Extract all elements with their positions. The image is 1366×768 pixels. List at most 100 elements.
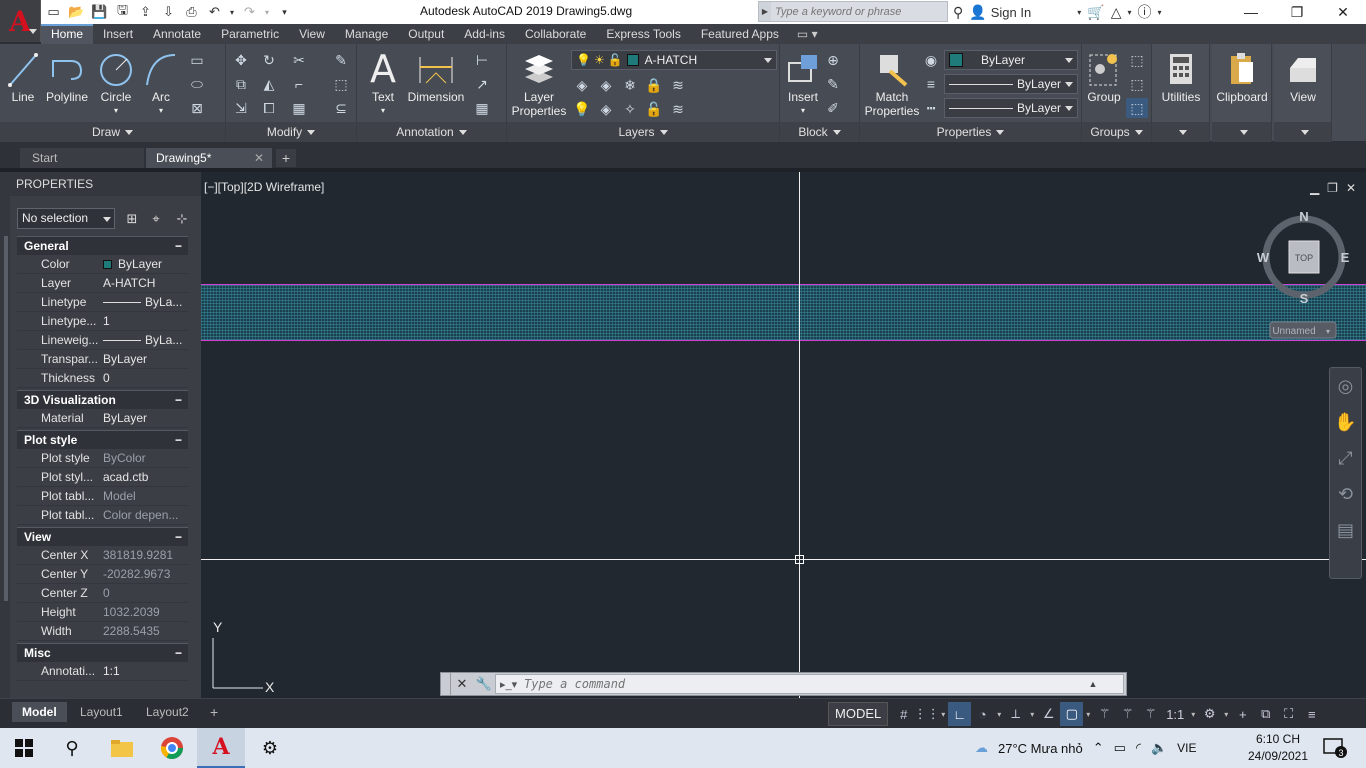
chevron-down-icon[interactable]: ▾ [1221, 710, 1231, 719]
snap-icon[interactable]: ⋮⋮ [914, 702, 940, 726]
customization-menu-icon[interactable]: ≡ [1300, 702, 1323, 726]
chevron-down-icon[interactable]: ▾ [1158, 8, 1162, 17]
array-icon[interactable]: ▦ [288, 98, 310, 118]
web-save-icon[interactable]: ⇪ [136, 3, 155, 21]
selection-dropdown[interactable]: No selection [17, 208, 115, 229]
clipboard-tool[interactable]: Clipboard [1214, 48, 1270, 104]
collapse-icon[interactable]: − [175, 391, 182, 410]
add-layout-icon[interactable]: + [200, 702, 228, 722]
compass-south[interactable]: S [1300, 291, 1309, 306]
group-selection-icon[interactable]: ⬚ [1126, 98, 1148, 118]
cart-icon[interactable]: 🛒 [1087, 4, 1104, 21]
weather-icon[interactable]: ☁ [975, 740, 988, 756]
create-block-icon[interactable]: ⊕ [822, 50, 844, 70]
weather-text[interactable]: 27°C Mưa nhỏ [998, 741, 1083, 756]
drawing-canvas[interactable]: [−][Top][2D Wireframe] ▁ ❐ ✕ TOP N S E W… [201, 172, 1366, 698]
view-expand[interactable] [1274, 122, 1331, 142]
annotation-monitor-icon[interactable]: + [1231, 702, 1254, 726]
autocad-taskbar-icon[interactable]: A [197, 728, 245, 768]
layer-merge-icon[interactable]: ≋ [667, 99, 689, 119]
viewport-close-icon[interactable]: ✕ [1346, 181, 1356, 195]
chevron-down-icon[interactable]: ▾ [994, 710, 1004, 719]
erase-icon[interactable]: ✎ [330, 50, 352, 70]
property-value[interactable]: Color depen... [103, 506, 188, 524]
layer-lock-icon[interactable]: 🔒 [643, 75, 665, 95]
rectangle-icon[interactable]: ▭ [186, 50, 208, 70]
rotate-icon[interactable]: ↻ [258, 50, 280, 70]
property-row[interactable]: Color ByLayer [17, 255, 188, 274]
compass-east[interactable]: E [1341, 250, 1350, 265]
property-value[interactable]: A-HATCH [103, 274, 188, 292]
chrome-icon[interactable] [148, 728, 196, 768]
property-row[interactable]: Annotati... 1:1 [17, 662, 188, 681]
property-value[interactable]: 381819.9281 [103, 546, 188, 564]
linetype-icon[interactable]: ┅ [920, 98, 942, 118]
toggle-pickadd-icon[interactable]: ⊞ [122, 209, 142, 229]
object-snap-tracking-icon[interactable]: ∠ [1037, 702, 1060, 726]
clean-screen-icon[interactable]: ⛶ [1277, 702, 1300, 726]
layout-tab-model[interactable]: Model [12, 702, 67, 722]
circle-tool[interactable]: Circle ▾ [96, 48, 136, 118]
group-edit-icon[interactable]: ⬚ [1126, 74, 1148, 94]
property-value[interactable]: Model [103, 487, 188, 505]
property-value[interactable]: ByLayer [103, 350, 188, 368]
mirror-icon[interactable]: ◭ [258, 74, 280, 94]
collapse-icon[interactable]: − [175, 431, 182, 450]
line-tool[interactable]: Line [6, 48, 40, 104]
property-section-header[interactable]: Plot style − [17, 430, 188, 449]
property-row[interactable]: Thickness 0 [17, 369, 188, 388]
insert-block-tool[interactable]: Insert ▾ [782, 48, 824, 118]
property-value[interactable]: ByLa... [103, 293, 188, 311]
binoculars-icon[interactable]: ⚲ [953, 4, 963, 21]
collapse-icon[interactable]: − [175, 237, 182, 256]
linetype-dropdown[interactable]: ByLayer [944, 98, 1078, 118]
tab-drawing5[interactable]: Drawing5* ✕ [146, 148, 272, 168]
tab-view[interactable]: View [289, 24, 335, 44]
property-row[interactable]: Plot tabl... Color depen... [17, 506, 188, 525]
arc-tool[interactable]: Arc ▾ [142, 48, 180, 118]
property-value[interactable]: 1:1 [103, 662, 188, 680]
dimension-tool[interactable]: Dimension [405, 48, 467, 104]
restore-icon[interactable]: ❐ [1274, 0, 1320, 24]
steering-wheel-icon[interactable]: ◎ [1330, 368, 1361, 404]
windows-start-icon[interactable] [0, 728, 48, 768]
annotation-scale-value[interactable]: 1:1 [1162, 702, 1188, 726]
command-prompt-icon[interactable]: ▸_▾ [496, 678, 524, 691]
redo-icon[interactable]: ↷ [240, 3, 259, 21]
tab-express-tools[interactable]: Express Tools [596, 24, 690, 44]
annotation-scale-icon[interactable]: ⚚ [1139, 702, 1162, 726]
new-file-icon[interactable]: ▭ [44, 3, 63, 21]
units-icon[interactable]: ⧉ [1254, 702, 1277, 726]
chevron-down-icon[interactable]: ▾ [1083, 710, 1093, 719]
make-current-icon[interactable]: 💡 [571, 99, 593, 119]
utilities-tool[interactable]: Utilities [1154, 48, 1208, 104]
property-section-header[interactable]: View − [17, 527, 188, 546]
block-panel-title[interactable]: Block [780, 122, 859, 142]
search-expand-icon[interactable]: ▶ [759, 2, 771, 21]
property-section-header[interactable]: Misc − [17, 643, 188, 662]
customize-wrench-icon[interactable]: 🔧 [473, 673, 495, 695]
match-properties-tool[interactable]: Match Properties [862, 48, 922, 118]
zoom-extents-icon[interactable]: ⤢ [1330, 440, 1361, 476]
grid-icon[interactable]: # [892, 702, 915, 726]
property-row[interactable]: Transpar... ByLayer [17, 350, 188, 369]
notification-center-icon[interactable]: 3 [1320, 736, 1350, 760]
color-wheel-icon[interactable]: ◉ [920, 50, 942, 70]
property-value[interactable]: 0 [103, 369, 188, 387]
chevron-down-icon[interactable]: ▾ [938, 710, 948, 719]
model-space-button[interactable]: MODEL [828, 702, 889, 726]
undo-icon[interactable]: ↶ [205, 3, 224, 21]
move-icon[interactable]: ✥ [230, 50, 252, 70]
search-input[interactable] [771, 5, 941, 18]
language-indicator[interactable]: VIE [1177, 741, 1196, 755]
open-file-icon[interactable]: 📂 [67, 3, 86, 21]
layer-off-icon[interactable]: ◈ [571, 75, 593, 95]
tab-parametric[interactable]: Parametric [211, 24, 289, 44]
property-row[interactable]: Height 1032.2039 [17, 603, 188, 622]
property-row[interactable]: Width 2288.5435 [17, 622, 188, 641]
application-menu-button[interactable]: A [0, 0, 41, 42]
orbit-icon[interactable]: ⟲ [1330, 476, 1361, 512]
chevron-down-icon[interactable]: ▾ [1127, 8, 1131, 17]
scale-icon[interactable]: ⧠ [258, 98, 280, 118]
groups-panel-title[interactable]: Groups [1082, 122, 1151, 142]
